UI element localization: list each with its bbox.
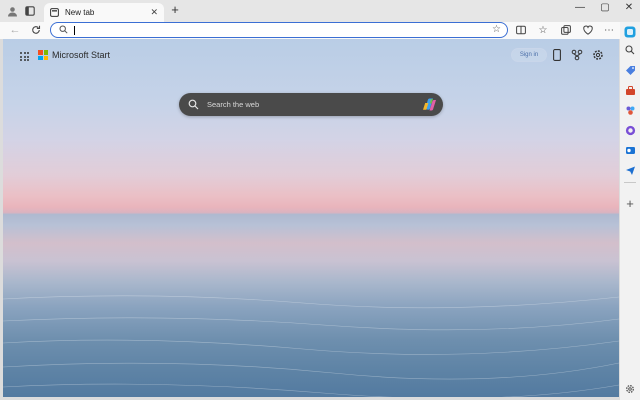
workspaces-icon[interactable]: [23, 4, 37, 18]
water-ripples: [3, 295, 619, 397]
apps-grid-icon[interactable]: [20, 52, 29, 61]
drop-icon[interactable]: [624, 164, 636, 176]
web-search-box[interactable]: Search the web: [179, 93, 443, 116]
new-tab-icon: [50, 8, 59, 17]
brand[interactable]: Microsoft Start: [38, 50, 110, 60]
settings-icon[interactable]: [624, 383, 636, 395]
search-icon: [59, 25, 68, 34]
mobile-icon[interactable]: [551, 49, 563, 61]
more-icon[interactable]: ⋯: [603, 24, 615, 36]
search-icon[interactable]: [624, 44, 636, 56]
copilot-icon[interactable]: [624, 26, 636, 38]
split-screen-icon[interactable]: [515, 24, 527, 36]
close-tab-icon[interactable]: ✕: [150, 7, 158, 18]
office-icon[interactable]: [624, 124, 636, 136]
copilot-icon[interactable]: [422, 97, 437, 112]
search-icon: [188, 99, 199, 110]
microsoft-logo-icon: [38, 50, 48, 60]
favorite-star-icon[interactable]: ☆: [492, 24, 501, 35]
new-tab-page: Microsoft Start Sign in Search the web: [3, 39, 619, 397]
tab-new-tab[interactable]: New tab ✕: [44, 3, 164, 22]
favorites-icon[interactable]: ☆: [537, 24, 549, 36]
back-icon[interactable]: ←: [8, 23, 22, 37]
rewards-icon[interactable]: [571, 49, 583, 61]
tools-icon[interactable]: [624, 84, 636, 96]
toolbar: ← ☆ ☆ ⋯: [0, 22, 640, 39]
outlook-icon[interactable]: [624, 144, 636, 156]
shopping-icon[interactable]: [624, 64, 636, 76]
sidebar-divider: [624, 182, 636, 183]
search-placeholder: Search the web: [207, 100, 260, 109]
close-window-icon[interactable]: ✕: [622, 2, 636, 13]
edge-sidebar: +: [620, 22, 640, 400]
profile-icon[interactable]: [5, 4, 19, 18]
tab-title: New tab: [65, 8, 95, 17]
collections-icon[interactable]: [560, 24, 572, 36]
address-bar[interactable]: ☆: [50, 22, 508, 38]
add-icon[interactable]: +: [624, 196, 636, 211]
text-cursor: [74, 26, 75, 35]
refresh-icon[interactable]: [29, 23, 43, 37]
sign-in-button[interactable]: Sign in: [511, 48, 547, 62]
maximize-icon[interactable]: ▢: [598, 2, 612, 13]
minimize-icon[interactable]: —: [573, 2, 587, 13]
add-tab-icon[interactable]: +: [168, 3, 182, 17]
browser-essentials-icon[interactable]: [582, 24, 594, 36]
settings-icon[interactable]: [592, 49, 604, 61]
brand-name: Microsoft Start: [52, 50, 111, 60]
title-bar: New tab ✕ + — ▢ ✕: [0, 0, 640, 22]
games-icon[interactable]: [624, 104, 636, 116]
